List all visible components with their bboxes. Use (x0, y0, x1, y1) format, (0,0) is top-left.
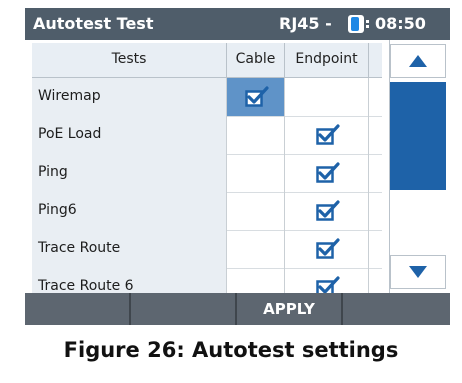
softkey-4[interactable] (343, 293, 450, 325)
table-header: Tests Cable Endpoint (32, 43, 382, 78)
endpoint-checkbox-cell[interactable] (285, 192, 369, 230)
down-arrow-icon (409, 266, 427, 278)
cable-checkbox-cell[interactable] (227, 192, 285, 230)
apply-button[interactable]: APPLY (237, 293, 343, 325)
checkmark-icon (315, 124, 340, 146)
softkey-1[interactable] (25, 293, 131, 325)
header-endpoint: Endpoint (285, 43, 369, 77)
table-row[interactable]: Trace Route (32, 230, 382, 269)
test-name-label: Ping (38, 164, 68, 180)
battery-icon (347, 14, 371, 34)
header-tests: Tests (32, 43, 227, 77)
checkmark-icon (315, 200, 340, 222)
checkmark-icon (315, 162, 340, 184)
table-row[interactable]: Ping6 (32, 192, 382, 231)
test-name-label: Trace Route (38, 240, 121, 256)
test-name-label: Wiremap (38, 88, 101, 104)
device-screen: Autotest Test RJ45 - 08:50 Tests Cable E… (25, 8, 450, 325)
figure-caption: Figure 26: Autotest settings (63, 338, 399, 362)
cable-checkbox-cell[interactable] (227, 230, 285, 268)
scroll-up-button[interactable] (390, 44, 446, 78)
clock: 08:50 (375, 14, 426, 33)
test-name-cell[interactable]: Ping6 (32, 192, 227, 230)
test-name-cell[interactable]: Ping (32, 154, 227, 192)
title-bar: Autotest Test RJ45 - 08:50 (25, 8, 450, 40)
table-row[interactable]: Wiremap (32, 78, 382, 117)
checkmark-icon (315, 238, 340, 260)
endpoint-checkbox-cell[interactable] (285, 154, 369, 192)
checkmark-icon (315, 276, 340, 293)
endpoint-checkbox-cell[interactable] (285, 230, 369, 268)
table-row[interactable]: PoE Load (32, 116, 382, 155)
scrollbar[interactable] (389, 40, 450, 293)
cable-checkbox-cell[interactable] (227, 78, 285, 116)
softkey-bar: APPLY (25, 293, 450, 325)
up-arrow-icon (409, 55, 427, 67)
softkey-2[interactable] (131, 293, 237, 325)
table-row[interactable]: Trace Route 6 (32, 268, 382, 293)
cable-checkbox-cell[interactable] (227, 116, 285, 154)
test-name-cell[interactable]: PoE Load (32, 116, 227, 154)
scroll-down-button[interactable] (390, 255, 446, 289)
test-name-cell[interactable]: Trace Route 6 (32, 268, 227, 293)
endpoint-checkbox-cell[interactable] (285, 116, 369, 154)
test-name-cell[interactable]: Wiremap (32, 78, 227, 116)
endpoint-checkbox-cell[interactable] (285, 268, 369, 293)
table-row[interactable]: Ping (32, 154, 382, 193)
endpoint-checkbox-cell[interactable] (285, 78, 369, 116)
screen-title: Autotest Test (33, 14, 154, 33)
checkmark-icon (244, 86, 269, 108)
scroll-thumb[interactable] (390, 82, 446, 190)
port-label: RJ45 - (279, 14, 332, 33)
test-name-label: Trace Route 6 (38, 278, 134, 293)
test-name-cell[interactable]: Trace Route (32, 230, 227, 268)
header-cable: Cable (227, 43, 285, 77)
test-name-label: Ping6 (38, 202, 77, 218)
tests-table-area: Tests Cable Endpoint Wiremap PoE Load Ping… (25, 40, 450, 293)
cable-checkbox-cell[interactable] (227, 268, 285, 293)
test-name-label: PoE Load (38, 126, 102, 142)
cable-checkbox-cell[interactable] (227, 154, 285, 192)
